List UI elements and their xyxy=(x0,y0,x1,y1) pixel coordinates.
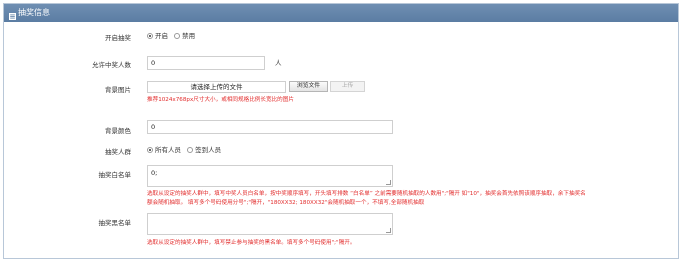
lottery-info-panel: 抽奖信息 开启抽奖 开启 禁用 允许中奖人数 0 人 背景图片 请选择上传的文件… xyxy=(3,3,679,259)
list-icon xyxy=(9,9,16,20)
whitelist-textarea[interactable]: 0; xyxy=(147,165,393,187)
blacklist-label: 抽奖黑名单 xyxy=(98,219,132,227)
crowd-options: 所有人员 签到人员 xyxy=(147,146,225,154)
crowd-signed-label: 签到人员 xyxy=(195,146,222,154)
panel-header: 抽奖信息 xyxy=(4,4,678,22)
winners-label: 允许中奖人数 xyxy=(92,61,131,69)
enable-on-radio[interactable] xyxy=(147,33,153,39)
whitelist-value: 0; xyxy=(151,169,158,177)
enable-off-radio[interactable] xyxy=(174,33,181,39)
resize-handle[interactable] xyxy=(386,228,391,233)
enable-options: 开启 禁用 xyxy=(147,32,199,40)
whitelist-hint-1: 选取从设定的抽奖人群中，填写中奖人员白名单，按中奖顺序填写，开头填写排数 “白名… xyxy=(147,191,586,197)
winners-unit: 人 xyxy=(275,59,282,67)
crowd-label: 抽奖人群 xyxy=(105,148,131,156)
bg-color-input[interactable]: 0 xyxy=(147,120,393,134)
background-hint: 推荐1024x768px尺寸大小，或相同规格比例长宽比的图片 xyxy=(147,97,294,103)
browse-file-button[interactable]: 浏览文件 xyxy=(289,81,328,92)
blacklist-hint: 选取从设定的抽奖人群中，填写禁止参与抽奖的黑名单。填写多个号码使用";"隔开。 xyxy=(147,240,356,246)
enable-on-label: 开启 xyxy=(155,32,168,40)
file-path-input[interactable]: 请选择上传的文件 xyxy=(147,81,286,93)
crowd-all-label: 所有人员 xyxy=(155,146,181,154)
enable-off-label: 禁用 xyxy=(182,32,196,40)
resize-handle[interactable] xyxy=(386,180,391,185)
upload-button[interactable]: 上传 xyxy=(330,81,365,92)
crowd-signed-radio[interactable] xyxy=(187,147,194,153)
whitelist-hint-2: 额会随机抽取。 填写多个号码使用分号";"隔开，"180XX32; 180XX3… xyxy=(147,200,425,206)
panel-title: 抽奖信息 xyxy=(18,8,50,17)
bg-color-label: 背景颜色 xyxy=(105,127,131,135)
whitelist-label: 抽奖白名单 xyxy=(98,171,132,179)
winners-input[interactable]: 0 xyxy=(147,56,265,70)
crowd-all-radio[interactable] xyxy=(147,147,153,153)
background-label: 背景图片 xyxy=(105,86,131,94)
enable-label: 开启抽奖 xyxy=(105,34,131,42)
blacklist-textarea[interactable] xyxy=(147,213,393,235)
